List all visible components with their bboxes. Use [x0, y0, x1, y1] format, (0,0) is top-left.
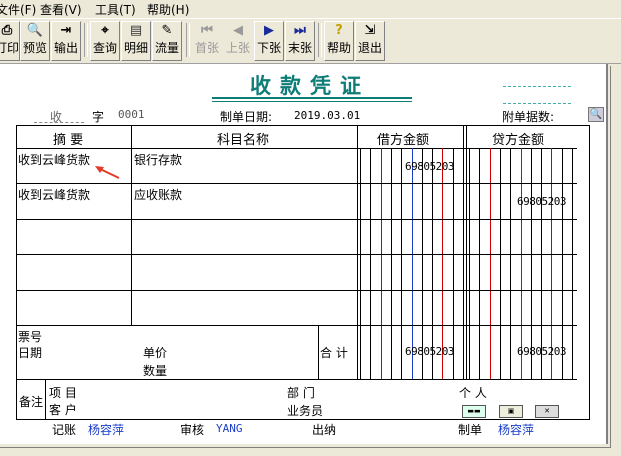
date-field-label: 日期	[18, 346, 43, 360]
grid-line	[357, 126, 358, 379]
voucher-title: 收款凭证	[250, 73, 370, 98]
menu-help[interactable]: 帮助(H)	[147, 1, 189, 18]
voucher-date[interactable]: 2019.03.01	[294, 109, 360, 122]
row1-account[interactable]: 银行存款	[134, 151, 182, 168]
print-button[interactable]: ⎙ 打印	[0, 21, 20, 61]
grid-line	[17, 290, 577, 291]
row2-account[interactable]: 应收账款	[134, 186, 182, 203]
grid-line	[318, 325, 319, 379]
help-button[interactable]: ? 帮助	[324, 21, 354, 61]
magnifier-icon: 🔍	[26, 23, 44, 38]
first-button[interactable]: ⏮ 首张	[192, 21, 222, 61]
next-button[interactable]: ▶ 下张	[254, 21, 284, 61]
flow-button[interactable]: ✎ 流量	[152, 21, 182, 61]
col-summary: 摘 要	[53, 133, 84, 148]
grid-line	[17, 183, 577, 184]
maker-name: 杨容萍	[498, 423, 535, 437]
last-button[interactable]: ⏭ 末张	[285, 21, 315, 61]
audit-name: YANG	[216, 422, 243, 435]
bookkeeping-name: 杨容萍	[88, 423, 125, 437]
grid-line	[466, 126, 467, 379]
title-underline	[212, 101, 412, 102]
exit-button[interactable]: ⇲ 退出	[355, 21, 385, 61]
row2-credit[interactable]: 6980520З	[517, 195, 566, 208]
title-underline	[212, 97, 412, 99]
grid-line	[17, 325, 577, 326]
person-card-icon[interactable]: ▣	[499, 405, 523, 418]
notes-label: 备注	[19, 395, 44, 409]
quantity-label: 数量	[143, 364, 168, 378]
menu-bar: 文件(F) 查看(V) 工具(T) 帮助(H)	[0, 0, 621, 17]
toolbar: ⎙ 打印 🔍 预览 ⇥ 输出 ⌖ 查询 ▤ 明细 ✎ 流量 ⏮ 首张 ◀ 上张 ▶ 下张 ⏭ 末张 …	[0, 18, 621, 64]
ticket-no-label: 票号	[18, 330, 43, 344]
bookkeeping-label: 记账	[52, 423, 77, 437]
card-icon[interactable]: ▬▬	[462, 405, 486, 418]
detail-button[interactable]: ▤ 明细	[121, 21, 151, 61]
ledger-icon: ▤	[129, 23, 143, 38]
prev-button[interactable]: ◀ 上张	[223, 21, 253, 61]
dash-line	[503, 103, 571, 104]
grid-line	[17, 254, 577, 255]
row2-summary[interactable]: 收到云峰货款	[18, 186, 90, 203]
col-debit: 借方金额	[377, 133, 430, 148]
unit-price-label: 单价	[143, 346, 168, 360]
menu-file[interactable]: 文件(F)	[0, 1, 36, 18]
question-icon: ?	[335, 23, 343, 38]
col-credit: 贷方金额	[492, 133, 545, 148]
printer-icon: ⎙	[1, 23, 13, 38]
next-icon: ▶	[264, 23, 274, 38]
clerk-label: 业务员	[287, 404, 324, 418]
search-icon[interactable]: 🔍	[588, 107, 604, 122]
attach-label: 附单据数:	[502, 110, 555, 124]
type-underline	[34, 122, 84, 123]
grid-line	[17, 219, 577, 220]
cashier-label: 出纳	[312, 423, 337, 437]
preview-button[interactable]: 🔍 预览	[20, 21, 50, 61]
grid-line	[45, 379, 46, 419]
binoculars-icon: ⌖	[101, 23, 109, 38]
toolbar-separator	[84, 23, 88, 57]
last-page-icon: ⏭	[294, 23, 306, 38]
audit-label: 审核	[180, 423, 205, 437]
first-page-icon: ⏮	[201, 23, 213, 38]
prev-icon: ◀	[233, 23, 243, 38]
tool-card-icon[interactable]: ✕	[535, 405, 559, 418]
total-credit: 6980520З	[517, 345, 566, 358]
row1-debit[interactable]: 6980520З	[405, 160, 454, 173]
total-label: 合 计	[320, 346, 348, 360]
col-account: 科目名称	[217, 133, 270, 148]
maker-label: 制单	[458, 423, 483, 437]
row1-summary[interactable]: 收到云峰货款	[18, 151, 90, 168]
dash-line	[503, 86, 571, 87]
exit-door-icon: ⇲	[364, 23, 376, 38]
export-button[interactable]: ⇥ 输出	[51, 21, 81, 61]
toolbar-separator	[318, 23, 322, 57]
grid-line	[131, 126, 132, 326]
dept-label: 部 门	[287, 386, 315, 400]
query-button[interactable]: ⌖ 查询	[90, 21, 120, 61]
grid-line	[17, 379, 577, 380]
pen-icon: ✎	[161, 23, 173, 38]
personal-label: 个 人	[459, 386, 487, 400]
export-arrow-icon: ⇥	[60, 23, 72, 38]
toolbar-separator	[186, 23, 190, 57]
menu-view[interactable]: 查看(V)	[40, 1, 82, 18]
total-debit: 6980520З	[405, 345, 454, 358]
date-label: 制单日期:	[220, 110, 273, 124]
grid-line	[17, 148, 577, 149]
zi-label: 字	[92, 110, 105, 124]
project-label: 项 目	[49, 386, 77, 400]
menu-tools[interactable]: 工具(T)	[95, 1, 136, 18]
red-arrow-icon	[95, 166, 120, 179]
voucher-number[interactable]: 0001	[118, 108, 145, 121]
customer-label: 客 户	[49, 403, 77, 417]
